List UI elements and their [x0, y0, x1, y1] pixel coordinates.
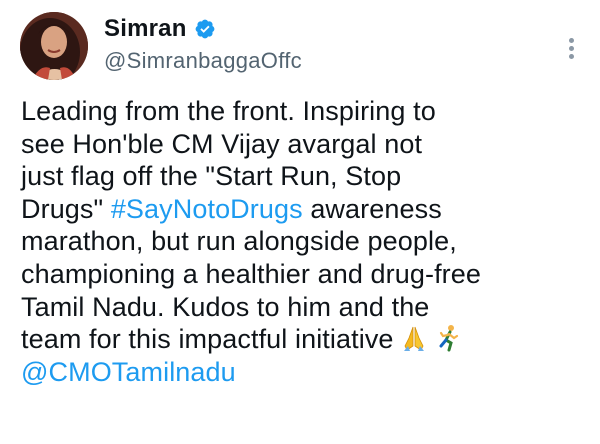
hashtag-link[interactable]: #SayNotoDrugs: [111, 194, 303, 224]
verified-badge-icon: [194, 18, 216, 40]
more-vertical-icon[interactable]: [566, 38, 576, 62]
tweet-line-7: Tamil Nadu. Kudos to him and the: [21, 291, 430, 322]
avatar[interactable]: [20, 12, 88, 80]
tweet-card: Simran @SimranbaggaOffc Leading from the…: [0, 0, 600, 444]
tweet-line-8-text: team for this impactful initiative: [21, 324, 402, 355]
tweet-line-3: just flag off the "Start Run, Stop: [21, 161, 402, 192]
folded-hands-icon: [401, 324, 427, 352]
tweet-line-5: marathon, but run alongside people,: [21, 226, 457, 257]
tweet-line-1: Leading from the front. Inspiring to: [21, 96, 436, 126]
tweet-header: Simran @SimranbaggaOffc: [20, 10, 600, 80]
author-handle[interactable]: @SimranbaggaOffc: [104, 48, 302, 74]
tweet-text: Leading from the front. Inspiring to see…: [21, 95, 586, 388]
avatar-image: [20, 12, 88, 80]
display-name-row: Simran: [104, 14, 302, 44]
tweet-line-8: team for this impactful initiative: [21, 323, 586, 356]
tweet-line-2: see Hon'ble CM Vijay avargal not: [21, 128, 423, 159]
tweet-line-6: championing a healthier and drug-free: [21, 258, 481, 289]
tweet-line-4-start: Drugs": [21, 193, 111, 224]
tweet-line-4-end: awareness: [302, 193, 442, 224]
tweet-line-4: Drugs" #SayNotoDrugs awareness: [21, 193, 586, 226]
person-running-icon: [435, 324, 461, 352]
mention-link[interactable]: @CMOTamilnadu: [21, 356, 586, 389]
author-names: Simran @SimranbaggaOffc: [104, 14, 302, 74]
display-name[interactable]: Simran: [104, 15, 187, 43]
